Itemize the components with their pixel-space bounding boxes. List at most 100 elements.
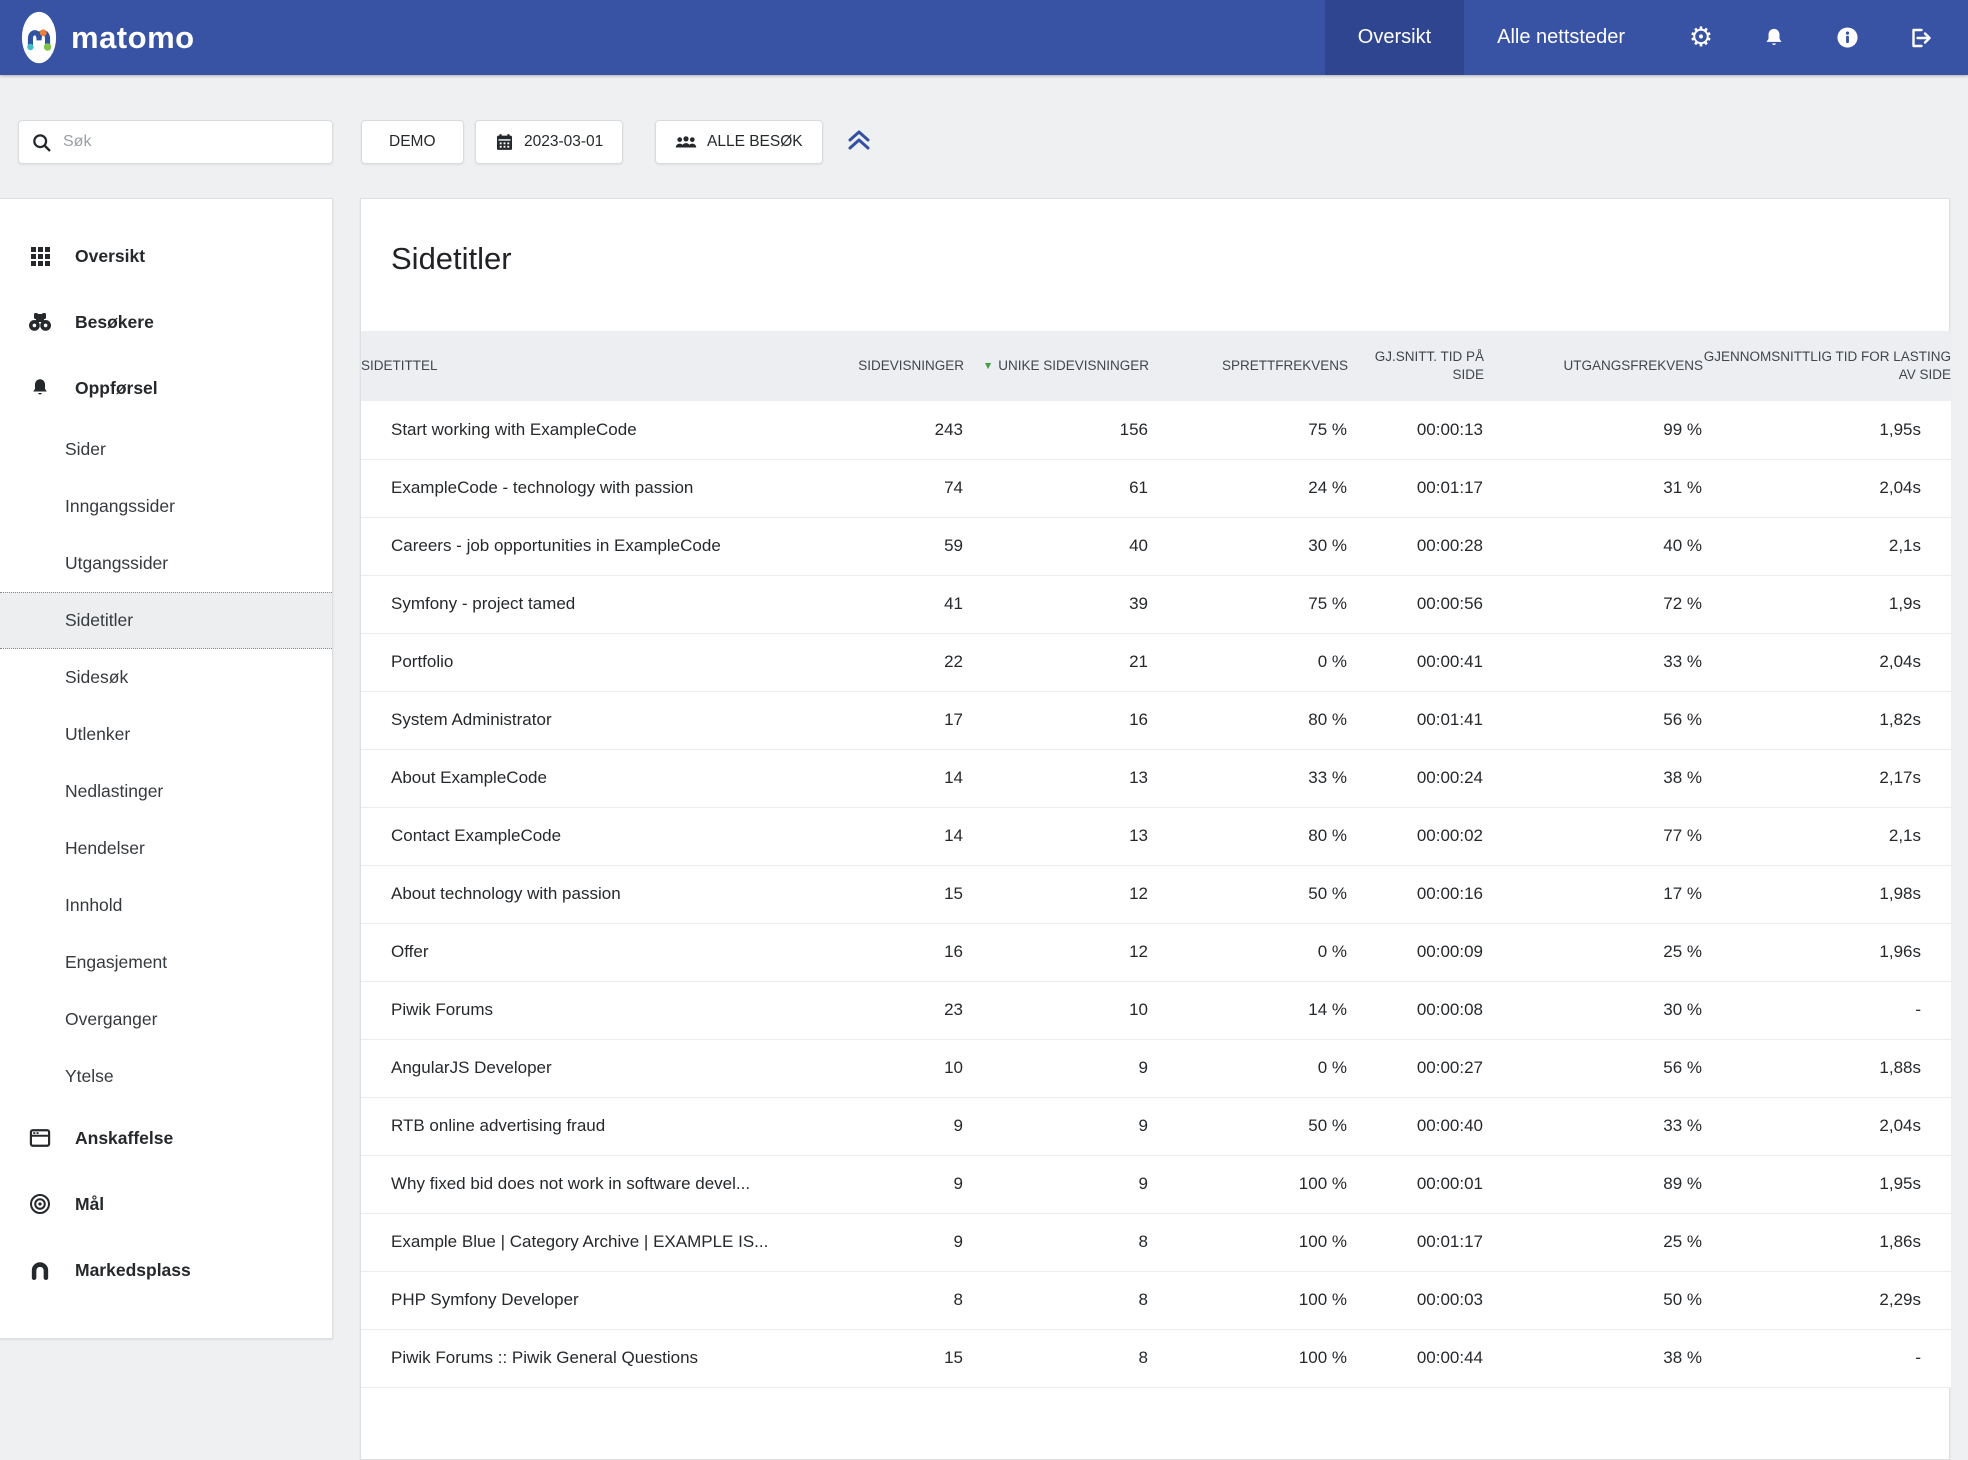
row-value: 00:00:41	[1348, 633, 1484, 691]
column-header-sidetittel[interactable]: SIDETITTEL	[361, 331, 814, 401]
row-value: 0 %	[1149, 1039, 1348, 1097]
sidebar-item-inngangssider[interactable]: Inngangssider	[0, 478, 332, 535]
sidebar-item-overganger[interactable]: Overganger	[0, 991, 332, 1048]
table-row: Example Blue | Category Archive | EXAMPL…	[361, 1213, 1951, 1271]
row-value: 16	[814, 923, 964, 981]
column-header-gj-snitt-tid-p-side[interactable]: GJ.SNITT. TID PÅ SIDE	[1348, 331, 1484, 401]
visitors-people-icon	[675, 133, 697, 151]
row-value: 56 %	[1484, 691, 1703, 749]
search-box	[18, 120, 333, 164]
row-label[interactable]: RTB online advertising fraud	[361, 1097, 814, 1155]
brand-wordmark: matomo	[71, 20, 195, 56]
matomo-logo[interactable]: matomo	[0, 9, 195, 66]
sidebar-item-label: Anskaffelse	[75, 1128, 173, 1149]
row-value: 38 %	[1484, 1329, 1703, 1387]
column-header-sprettfrekvens[interactable]: SPRETTFREKVENS	[1149, 331, 1348, 401]
row-value: 10	[964, 981, 1149, 1039]
row-label[interactable]: PHP Symfony Developer	[361, 1271, 814, 1329]
row-value: 22	[814, 633, 964, 691]
collapse-toolbar-chevron-icon[interactable]	[845, 127, 873, 158]
signout-icon[interactable]	[1907, 25, 1933, 51]
row-label[interactable]: Offer	[361, 923, 814, 981]
row-value: 24 %	[1149, 459, 1348, 517]
sidebar-item-label: Hendelser	[65, 838, 145, 859]
page-title: Sidetitler	[361, 199, 1949, 331]
settings-gear-icon[interactable]: ⚙	[1688, 25, 1714, 51]
info-icon[interactable]	[1834, 25, 1860, 51]
table-row: Why fixed bid does not work in software …	[361, 1155, 1951, 1213]
row-label[interactable]: Portfolio	[361, 633, 814, 691]
row-label[interactable]: System Administrator	[361, 691, 814, 749]
row-value: -	[1703, 1329, 1951, 1387]
sidebar-item-bes-kere[interactable]: Besøkere	[0, 289, 332, 355]
row-label[interactable]: Piwik Forums :: Piwik General Questions	[361, 1329, 814, 1387]
sidebar-item-oppf-rsel[interactable]: Oppførsel	[0, 355, 332, 421]
row-value: 00:00:44	[1348, 1329, 1484, 1387]
row-value: 1,88s	[1703, 1039, 1951, 1097]
row-label[interactable]: AngularJS Developer	[361, 1039, 814, 1097]
tab-alle-nettsteder[interactable]: Alle nettsteder	[1464, 0, 1658, 75]
report-sidebar: OversiktBesøkere Oppførsel Sider Inngangssi…	[0, 198, 333, 1339]
sidebar-item-label: Oppførsel	[75, 378, 158, 399]
row-label[interactable]: About technology with passion	[361, 865, 814, 923]
row-value: 100 %	[1149, 1271, 1348, 1329]
table-row: ExampleCode - technology with passion746…	[361, 459, 1951, 517]
row-value: 30 %	[1484, 981, 1703, 1039]
sidebar-item-sidetitler[interactable]: Sidetitler	[0, 592, 332, 649]
row-value: 2,04s	[1703, 633, 1951, 691]
sidebar-item-sider[interactable]: Sider	[0, 421, 332, 478]
column-header-sidevisninger[interactable]: SIDEVISNINGER	[814, 331, 964, 401]
row-value: 14	[814, 749, 964, 807]
row-label[interactable]: Piwik Forums	[361, 981, 814, 1039]
row-value: 40 %	[1484, 517, 1703, 575]
tab-oversikt[interactable]: Oversikt	[1325, 0, 1464, 75]
row-value: 31 %	[1484, 459, 1703, 517]
row-value: 21	[964, 633, 1149, 691]
table-row: Symfony - project tamed413975 %00:00:567…	[361, 575, 1951, 633]
sidebar-item-label: Sider	[65, 439, 106, 460]
sidebar-item-ytelse[interactable]: Ytelse	[0, 1048, 332, 1105]
row-label[interactable]: Careers - job opportunities in ExampleCo…	[361, 517, 814, 575]
row-label[interactable]: About ExampleCode	[361, 749, 814, 807]
row-value: 156	[964, 401, 1149, 459]
column-header-utgangsfrekvens[interactable]: UTGANGSFREKVENS	[1484, 331, 1703, 401]
sidebar-item-nedlastinger[interactable]: Nedlastinger	[0, 763, 332, 820]
row-value: 2,04s	[1703, 459, 1951, 517]
row-value: 40	[964, 517, 1149, 575]
date-picker-button[interactable]: 2023-03-01	[475, 120, 623, 164]
row-value: 50 %	[1149, 1097, 1348, 1155]
sidebar-item-anskaffelse[interactable]: Anskaffelse	[0, 1105, 332, 1171]
sidebar-item-utlenker[interactable]: Utlenker	[0, 706, 332, 763]
sidebar-item-sides-k[interactable]: Sidesøk	[0, 649, 332, 706]
search-input[interactable]	[61, 132, 332, 152]
sidebar-item-label: Mål	[75, 1194, 104, 1215]
sidebar-item-markedsplass[interactable]: Markedsplass	[0, 1237, 332, 1303]
sidebar-item-utgangssider[interactable]: Utgangssider	[0, 535, 332, 592]
column-header-gjennomsnittlig-tid-for-lasting-av-side[interactable]: GJENNOMSNITTLIG TID FOR LASTING AV SIDE	[1703, 331, 1951, 401]
row-label[interactable]: Example Blue | Category Archive | EXAMPL…	[361, 1213, 814, 1271]
row-label[interactable]: Start working with ExampleCode	[361, 401, 814, 459]
row-value: 12	[964, 923, 1149, 981]
table-row: Offer16120 %00:00:0925 %1,96s	[361, 923, 1951, 981]
sidebar-item-hendelser[interactable]: Hendelser	[0, 820, 332, 877]
segment-selector-button[interactable]: ALLE BESØK	[655, 120, 823, 164]
row-label[interactable]: Why fixed bid does not work in software …	[361, 1155, 814, 1213]
row-label[interactable]: Contact ExampleCode	[361, 807, 814, 865]
column-header-unike-sidevisninger[interactable]: ▼UNIKE SIDEVISNINGER	[964, 331, 1149, 401]
sidebar-item-m-l[interactable]: Mål	[0, 1171, 332, 1237]
row-label[interactable]: Symfony - project tamed	[361, 575, 814, 633]
row-value: 25 %	[1484, 923, 1703, 981]
row-value: 100 %	[1149, 1155, 1348, 1213]
site-selector-button[interactable]: DEMO	[361, 120, 464, 164]
table-row: Start working with ExampleCode24315675 %…	[361, 401, 1951, 459]
row-value: -	[1703, 981, 1951, 1039]
sidebar-item-innhold[interactable]: Innhold	[0, 877, 332, 934]
row-value: 0 %	[1149, 923, 1348, 981]
row-label[interactable]: ExampleCode - technology with passion	[361, 459, 814, 517]
row-value: 00:00:16	[1348, 865, 1484, 923]
notifications-bell-icon[interactable]	[1761, 25, 1787, 51]
row-value: 2,17s	[1703, 749, 1951, 807]
sidebar-item-engasjement[interactable]: Engasjement	[0, 934, 332, 991]
top-icon-group: ⚙	[1658, 0, 1968, 75]
sidebar-item-oversikt[interactable]: Oversikt	[0, 223, 332, 289]
